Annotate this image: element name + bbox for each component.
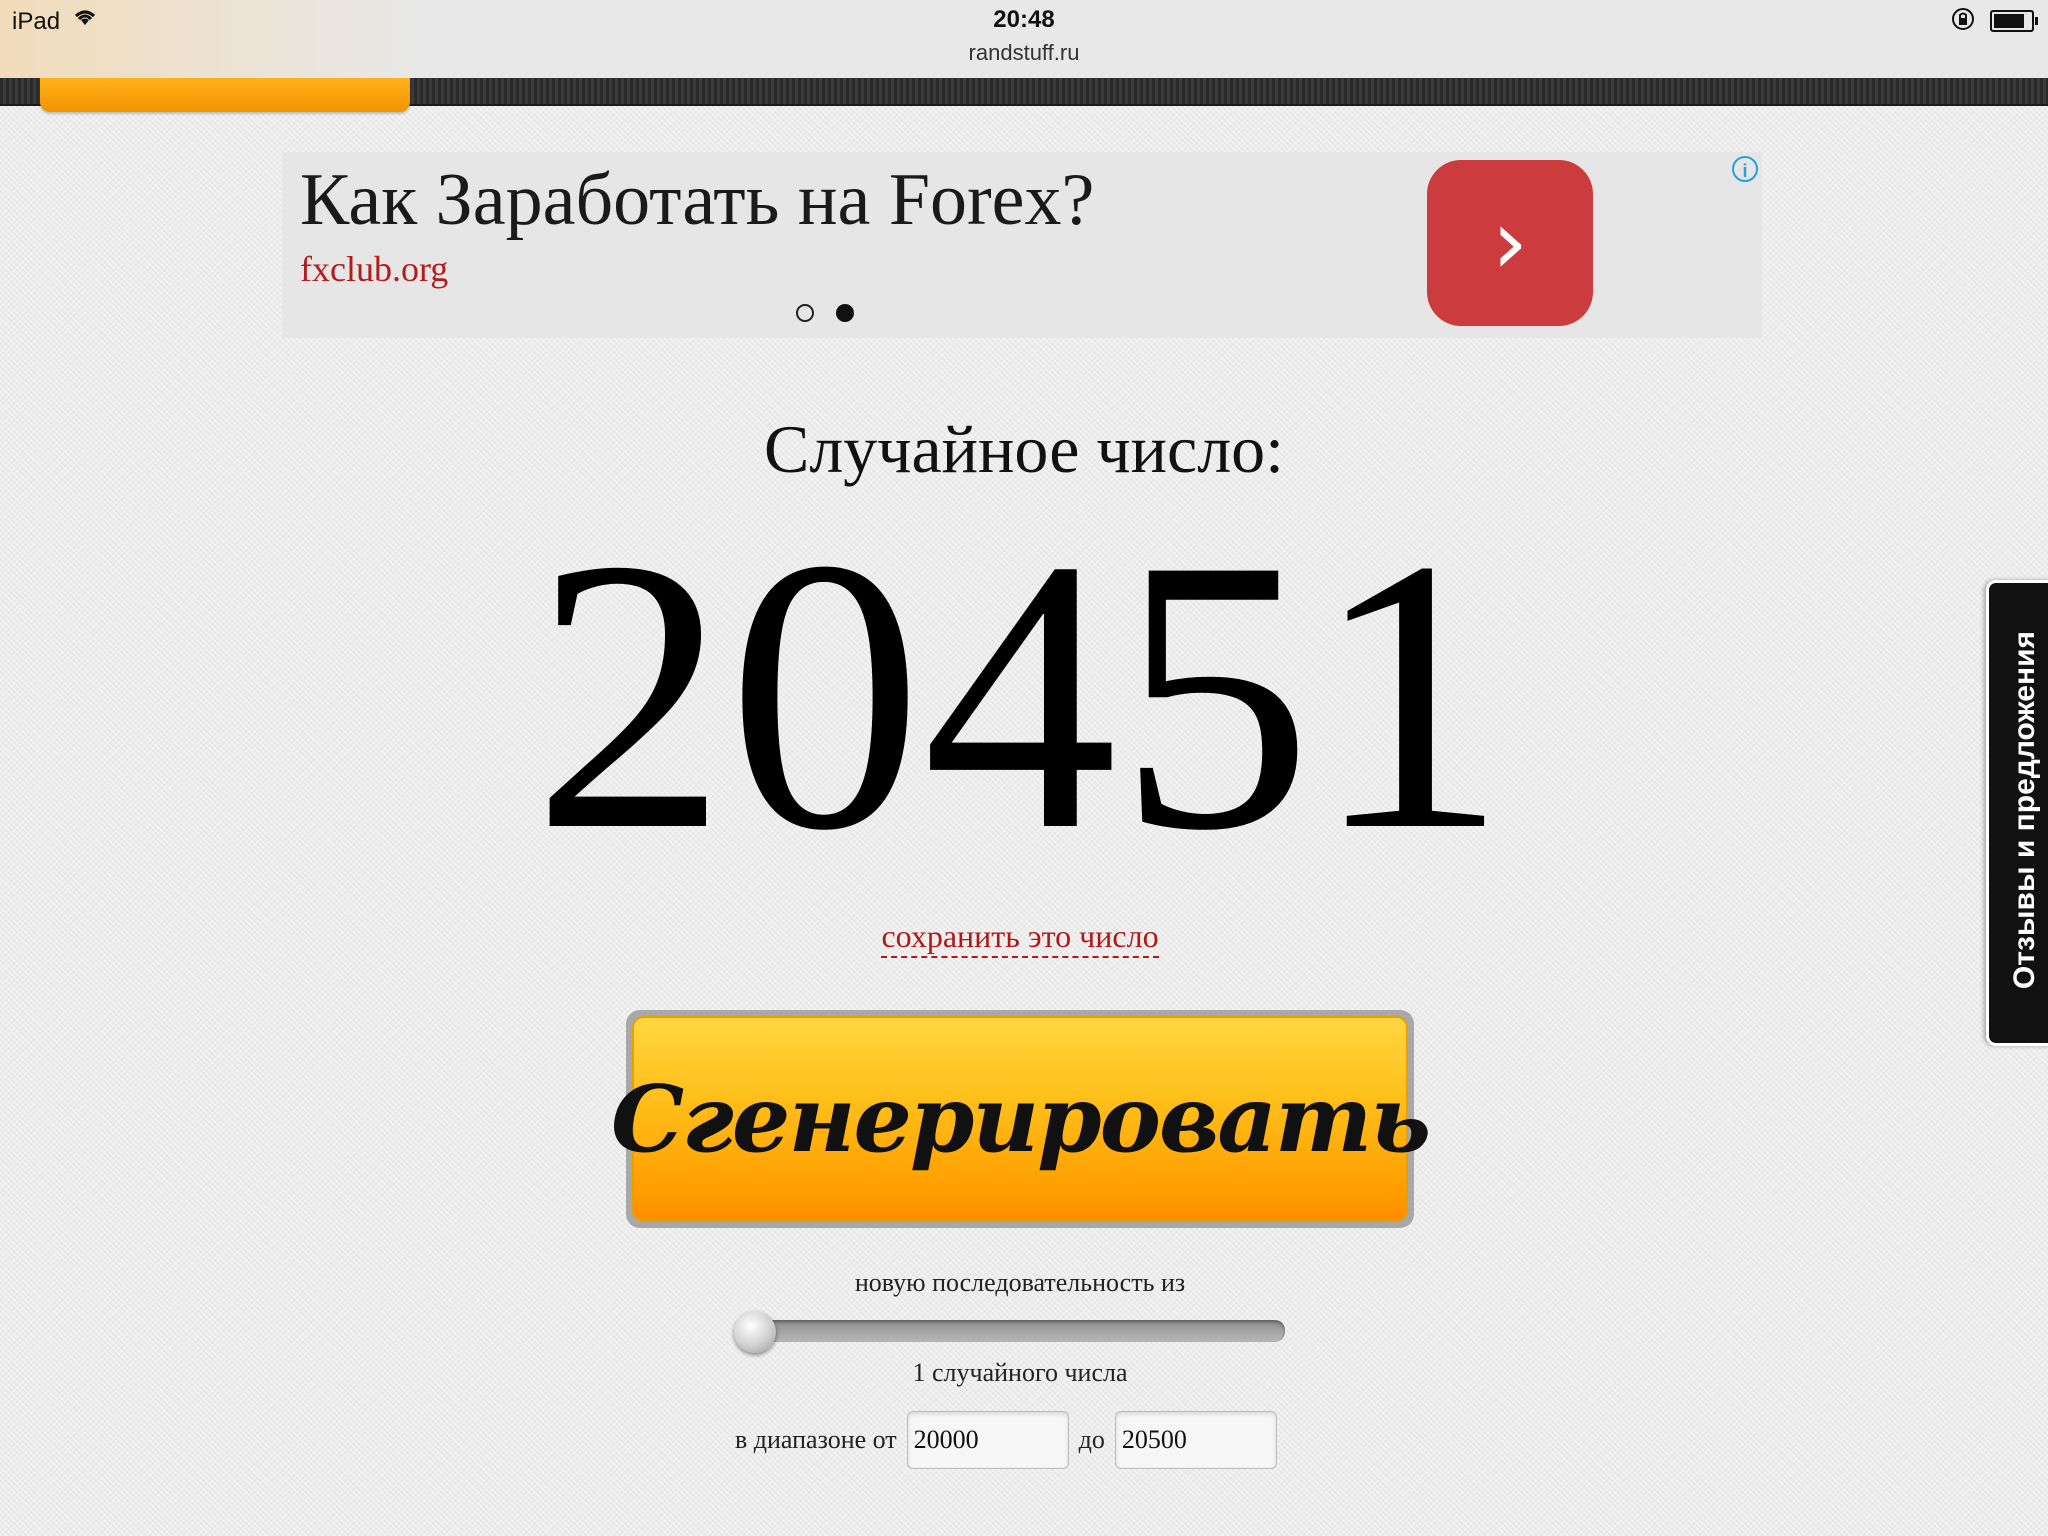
range-from-input[interactable]: [906, 1411, 1069, 1469]
sequence-label: новую последовательность из: [854, 1268, 1186, 1297]
rotation-lock-icon: [1950, 6, 1976, 39]
generate-button-label: Сгенерировать: [611, 1016, 1431, 1222]
save-number-link-row: сохранить это число: [0, 918, 2040, 958]
save-number-link[interactable]: сохранить это число: [881, 918, 1159, 958]
ad-banner[interactable]: Как Заработать на Forex? fxclub.org › i: [282, 152, 1762, 338]
battery-icon: [1990, 10, 2038, 32]
chevron-right-icon: ›: [1492, 190, 1528, 295]
ad-pager-dot-1[interactable]: [796, 304, 814, 322]
ad-arrow-button[interactable]: ›: [1427, 160, 1593, 326]
range-to-input[interactable]: [1114, 1411, 1277, 1469]
site-header-tab[interactable]: [40, 78, 410, 112]
feedback-label: Отзывы и предложения: [2008, 630, 2041, 990]
generate-button[interactable]: Сгенерировать: [611, 1010, 1431, 1228]
count-slider-thumb[interactable]: [734, 1311, 776, 1353]
ad-url[interactable]: fxclub.org: [300, 248, 448, 290]
random-number-label: Случайное число:: [763, 411, 1285, 487]
range-to-label: до: [1078, 1425, 1105, 1454]
ad-title[interactable]: Как Заработать на Forex?: [300, 158, 1094, 243]
status-bar: iPad 20:48 randstuff.ru: [0, 0, 2048, 78]
count-label: 1 случайного числа: [912, 1358, 1128, 1387]
random-number: 20451: [532, 479, 1508, 911]
ad-info-icon[interactable]: i: [1732, 156, 1758, 182]
count-slider-track[interactable]: [740, 1320, 1285, 1342]
range-from-label: в диапазоне от: [735, 1425, 897, 1454]
feedback-tab[interactable]: Отзывы и предложения: [1986, 580, 2048, 1046]
address-bar-url[interactable]: randstuff.ru: [0, 40, 2048, 66]
range-row: в диапазоне от до: [735, 1410, 1287, 1470]
clock: 20:48: [993, 6, 1055, 33]
ad-pager-dot-2[interactable]: [836, 304, 854, 322]
